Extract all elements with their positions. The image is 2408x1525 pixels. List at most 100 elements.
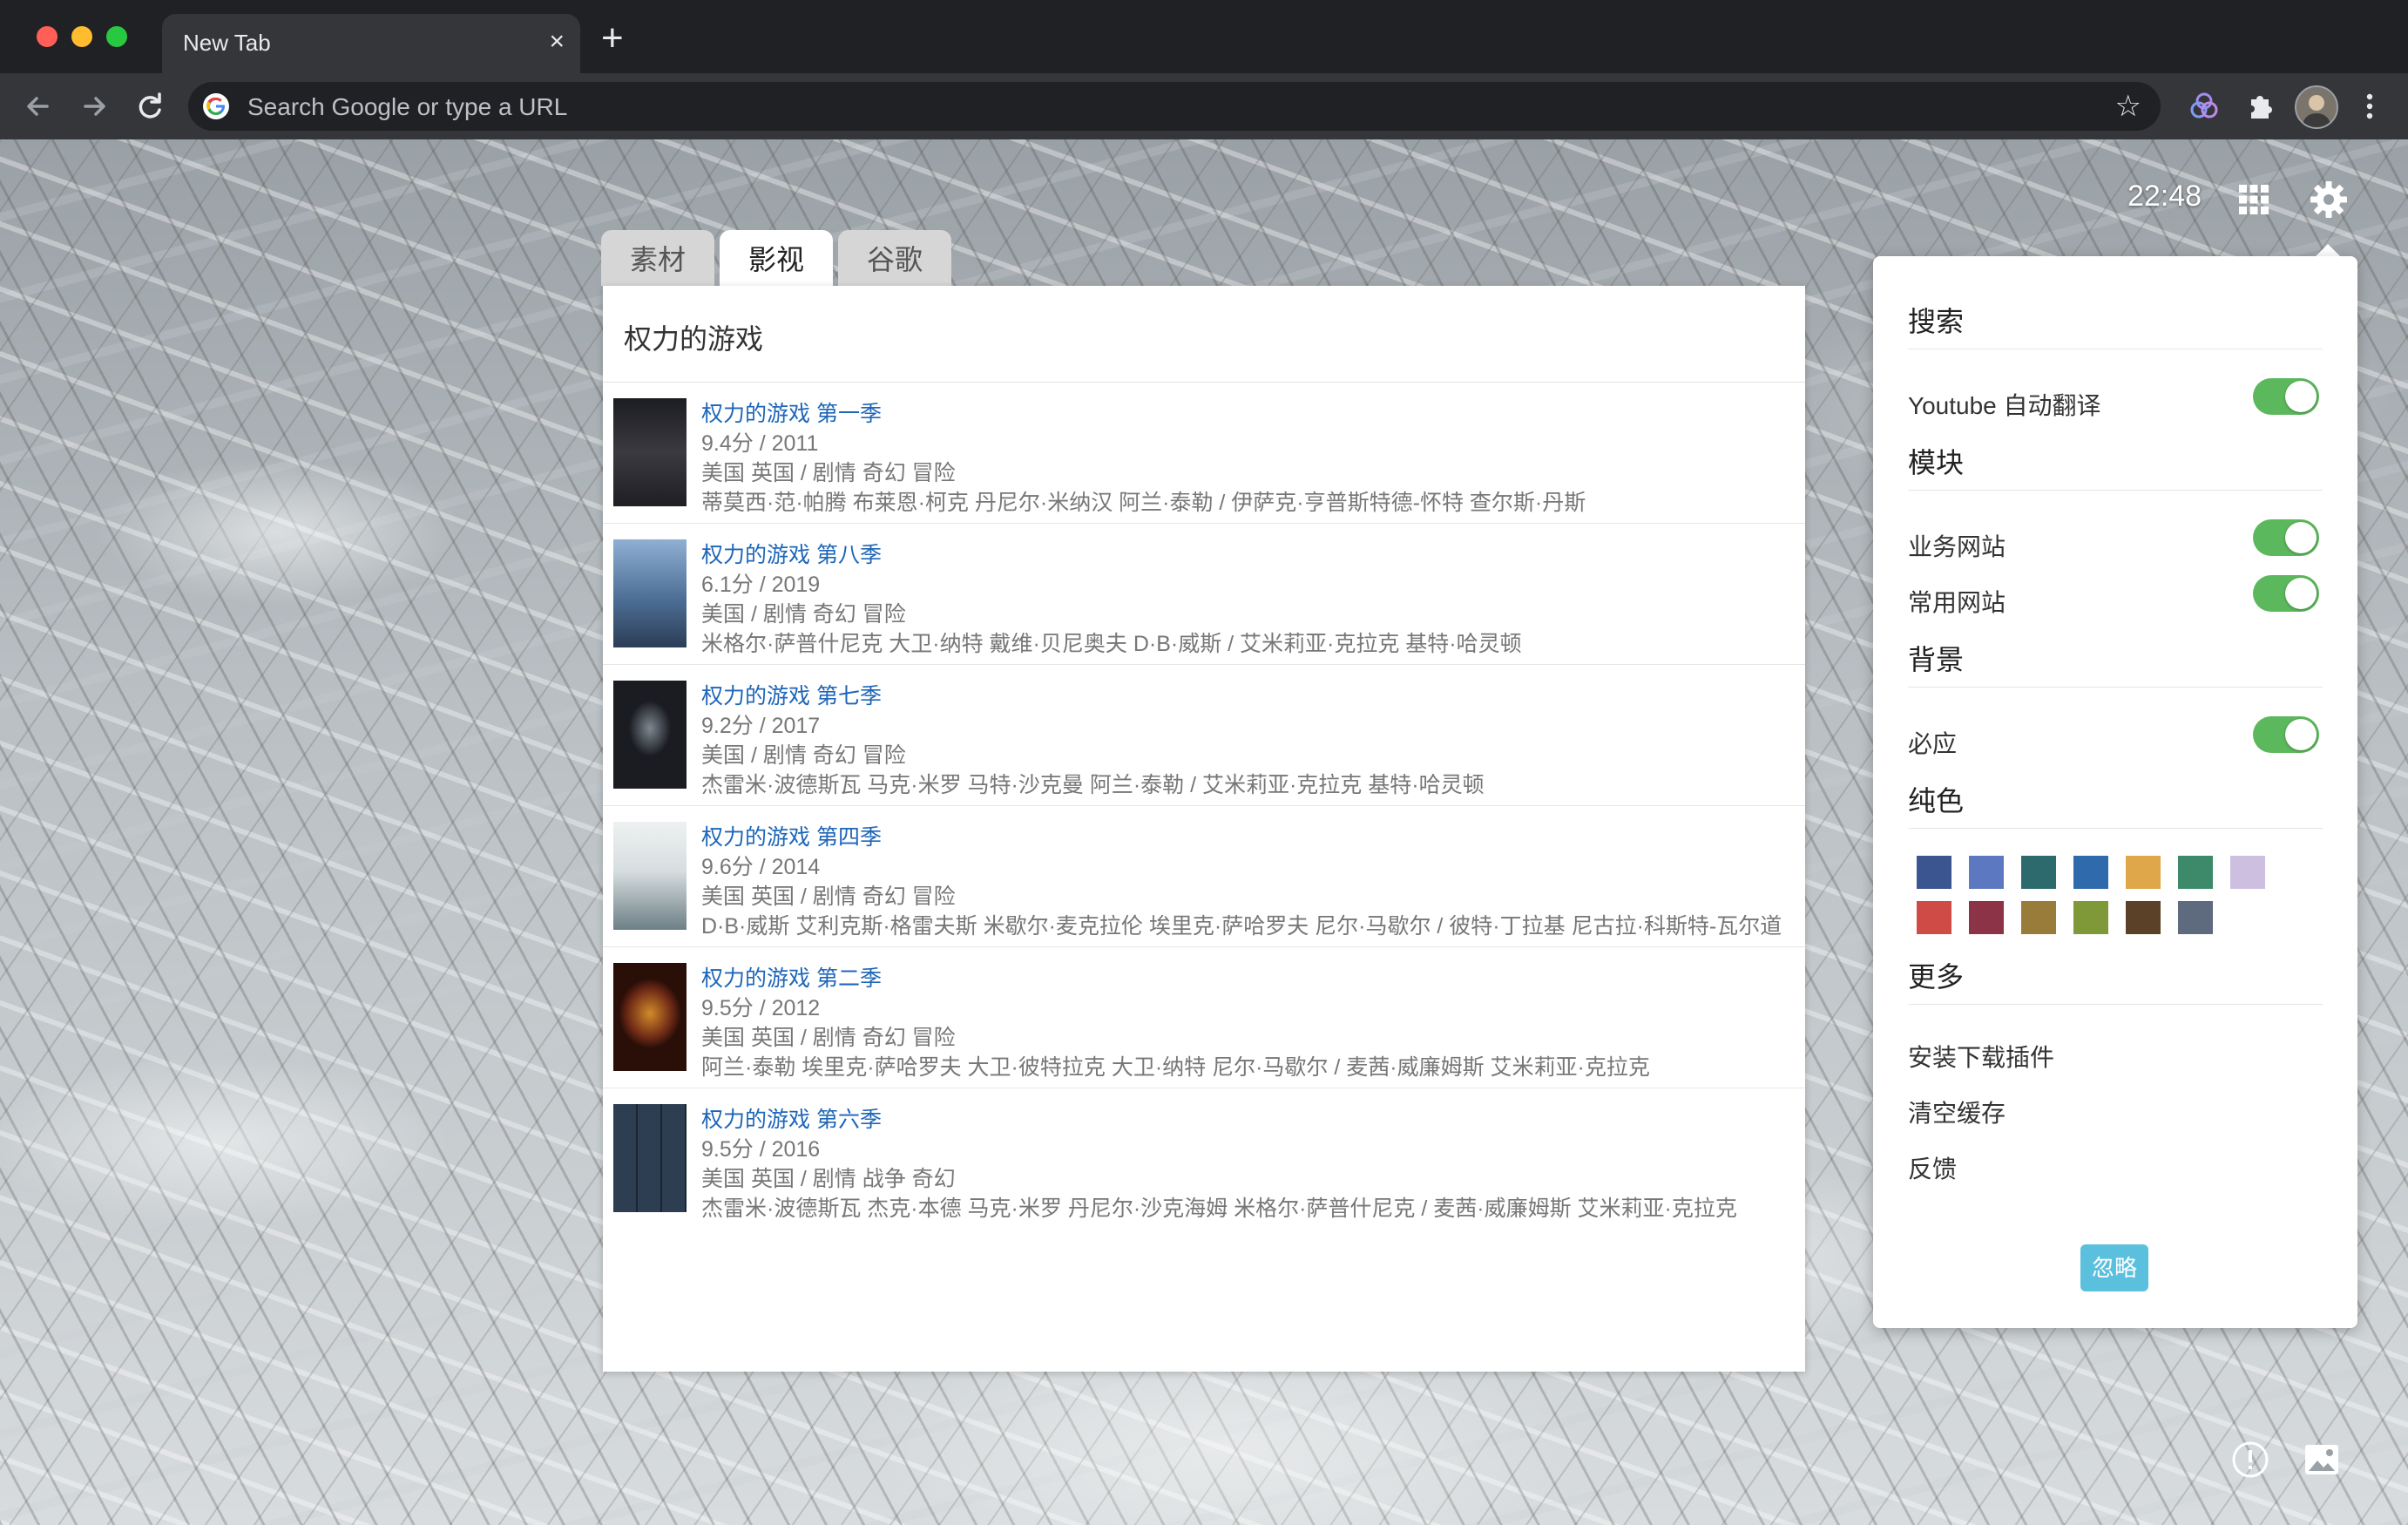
extension-icon[interactable] <box>2183 85 2225 127</box>
color-swatch[interactable] <box>2126 856 2161 889</box>
clear-cache-link[interactable]: 清空缓存 <box>1908 1095 2006 1129</box>
info-icon[interactable] <box>2230 1440 2270 1480</box>
browser-tab[interactable]: New Tab × <box>162 14 580 73</box>
address-bar[interactable]: Search Google or type a URL ☆ <box>188 82 2161 131</box>
toggle-knob <box>2285 578 2317 609</box>
result-title[interactable]: 权力的游戏 第七季 <box>701 679 882 710</box>
color-swatch[interactable] <box>1917 901 1951 934</box>
result-poster[interactable] <box>613 681 687 789</box>
section-heading: 背景 <box>1908 644 1965 675</box>
result-poster[interactable] <box>613 1104 687 1212</box>
results-header: 权力的游戏 <box>603 286 1805 383</box>
result-title[interactable]: 权力的游戏 第一季 <box>701 396 882 428</box>
result-cast: 蒂莫西·范·帕腾 布莱恩·柯克 丹尼尔·米纳汉 阿兰·泰勒 / 伊萨克·亨普斯特… <box>701 491 1586 515</box>
color-swatch[interactable] <box>1917 856 1951 889</box>
color-swatch[interactable] <box>1969 856 2004 889</box>
search-results-panel: 权力的游戏 权力的游戏 第一季 9.4分 / 2011 美国 英国 / 剧情 奇… <box>603 286 1805 1372</box>
business-sites-label: 业务网站 <box>1908 533 2006 560</box>
result-row[interactable]: 权力的游戏 第四季 9.6分 / 2014 美国 英国 / 剧情 奇幻 冒险 D… <box>603 806 1805 947</box>
result-row[interactable]: 权力的游戏 第六季 9.5分 / 2016 美国 英国 / 剧情 战争 奇幻 杰… <box>603 1088 1805 1229</box>
window-minimize-button[interactable] <box>71 26 92 47</box>
browser-toolbar: Search Google or type a URL ☆ <box>0 73 2408 139</box>
tab-google[interactable]: 谷歌 <box>838 230 951 286</box>
feedback-link[interactable]: 反馈 <box>1908 1150 1957 1185</box>
install-plugin-link[interactable]: 安装下载插件 <box>1908 1039 2054 1074</box>
result-rating: 9.2分 / 2017 <box>701 714 821 738</box>
result-rating: 9.4分 / 2011 <box>701 431 819 456</box>
color-swatch[interactable] <box>2073 856 2108 889</box>
section-heading: 纯色 <box>1908 785 1965 817</box>
color-swatch[interactable] <box>2126 901 2161 934</box>
color-swatch[interactable] <box>2021 856 2056 889</box>
tab-movies[interactable]: 影视 <box>720 230 833 286</box>
result-title[interactable]: 权力的游戏 第二季 <box>701 961 882 993</box>
color-swatch[interactable] <box>2021 901 2056 934</box>
color-swatch[interactable] <box>2178 856 2213 889</box>
profile-avatar[interactable] <box>2295 85 2338 129</box>
tab-title: New Tab <box>183 30 271 56</box>
color-swatch[interactable] <box>2073 901 2108 934</box>
result-cast: 阿兰·泰勒 埃里克·萨哈罗夫 大卫·彼特拉克 大卫·纳特 尼尔·马歇尔 / 麦茜… <box>701 1055 1650 1080</box>
business-sites-toggle[interactable] <box>2253 519 2319 556</box>
common-sites-toggle[interactable] <box>2253 575 2319 612</box>
result-poster[interactable] <box>613 398 687 506</box>
result-row[interactable]: 权力的游戏 第七季 9.2分 / 2017 美国 / 剧情 奇幻 冒险 杰雷米·… <box>603 665 1805 806</box>
result-title[interactable]: 权力的游戏 第六季 <box>701 1102 882 1134</box>
google-icon <box>203 93 229 119</box>
result-row[interactable]: 权力的游戏 第二季 9.5分 / 2012 美国 英国 / 剧情 奇幻 冒险 阿… <box>603 947 1805 1088</box>
tab-strip: New Tab × + <box>0 0 2408 73</box>
settings-gear-icon[interactable] <box>2309 180 2349 220</box>
clock: 22:48 <box>2127 180 2202 213</box>
extensions-puzzle-icon[interactable] <box>2239 85 2281 127</box>
result-meta: 美国 英国 / 剧情 奇幻 冒险 <box>701 1026 956 1050</box>
result-title[interactable]: 权力的游戏 第四季 <box>701 820 882 851</box>
result-row[interactable]: 权力的游戏 第八季 6.1分 / 2019 美国 / 剧情 奇幻 冒险 米格尔·… <box>603 524 1805 665</box>
apps-grid-icon[interactable] <box>2237 183 2270 216</box>
color-swatch[interactable] <box>2230 856 2265 889</box>
section-modules: 模块 <box>1908 441 2323 491</box>
more-menu-icon[interactable] <box>2349 85 2391 127</box>
result-meta: 美国 英国 / 剧情 战争 奇幻 <box>701 1167 956 1191</box>
result-poster[interactable] <box>613 539 687 647</box>
section-solid-color: 纯色 <box>1908 779 2323 829</box>
youtube-translate-label: Youtube 自动翻译 <box>1908 392 2101 419</box>
forward-icon[interactable] <box>73 85 115 127</box>
back-icon[interactable] <box>17 85 59 127</box>
result-poster[interactable] <box>613 822 687 930</box>
youtube-translate-toggle[interactable] <box>2253 378 2319 415</box>
toggle-knob <box>2285 522 2317 553</box>
color-swatch[interactable] <box>2178 901 2213 934</box>
ignore-button[interactable]: 忽略 <box>2080 1244 2148 1291</box>
close-icon[interactable]: × <box>549 26 565 58</box>
section-heading: 更多 <box>1908 961 1965 993</box>
common-sites-label: 常用网站 <box>1908 589 2006 616</box>
section-background: 背景 <box>1908 638 2323 688</box>
result-title[interactable]: 权力的游戏 第八季 <box>701 538 882 569</box>
window-zoom-button[interactable] <box>106 26 127 47</box>
result-cast: 米格尔·萨普什尼克 大卫·纳特 戴维·贝尼奥夫 D·B·威斯 / 艾米莉亚·克拉… <box>701 632 1522 656</box>
result-cast: D·B·威斯 艾利克斯·格雷夫斯 米歇尔·麦克拉伦 埃里克·萨哈罗夫 尼尔·马歇… <box>701 914 1782 939</box>
color-swatch[interactable] <box>1969 901 2004 934</box>
section-search: 搜索 <box>1908 300 2323 349</box>
toggle-knob <box>2285 719 2317 750</box>
new-tab-button[interactable]: + <box>601 19 624 58</box>
bing-toggle[interactable] <box>2253 716 2319 753</box>
section-heading: 模块 <box>1908 447 1965 478</box>
wallpaper-image-icon[interactable] <box>2302 1440 2342 1480</box>
reload-icon[interactable] <box>129 85 171 127</box>
bing-label: 必应 <box>1908 730 1958 757</box>
bookmark-star-icon[interactable]: ☆ <box>2115 89 2141 124</box>
result-meta: 美国 / 剧情 奇幻 冒险 <box>701 743 906 768</box>
settings-panel: 搜索 Youtube 自动翻译 模块 业务网站 常用网站 背景 必应 纯色 更多… <box>1873 256 2357 1328</box>
section-heading: 搜索 <box>1908 306 1965 337</box>
address-placeholder: Search Google or type a URL <box>247 93 568 120</box>
tab-materials[interactable]: 素材 <box>601 230 714 286</box>
result-rating: 9.6分 / 2014 <box>701 855 821 879</box>
result-cast: 杰雷米·波德斯瓦 马克·米罗 马特·沙克曼 阿兰·泰勒 / 艾米莉亚·克拉克 基… <box>701 773 1485 797</box>
window-close-button[interactable] <box>37 26 57 47</box>
toggle-knob <box>2285 381 2317 412</box>
result-meta: 美国 / 剧情 奇幻 冒险 <box>701 602 906 627</box>
result-row[interactable]: 权力的游戏 第一季 9.4分 / 2011 美国 英国 / 剧情 奇幻 冒险 蒂… <box>603 383 1805 524</box>
result-poster[interactable] <box>613 963 687 1071</box>
result-rating: 9.5分 / 2016 <box>701 1137 821 1162</box>
